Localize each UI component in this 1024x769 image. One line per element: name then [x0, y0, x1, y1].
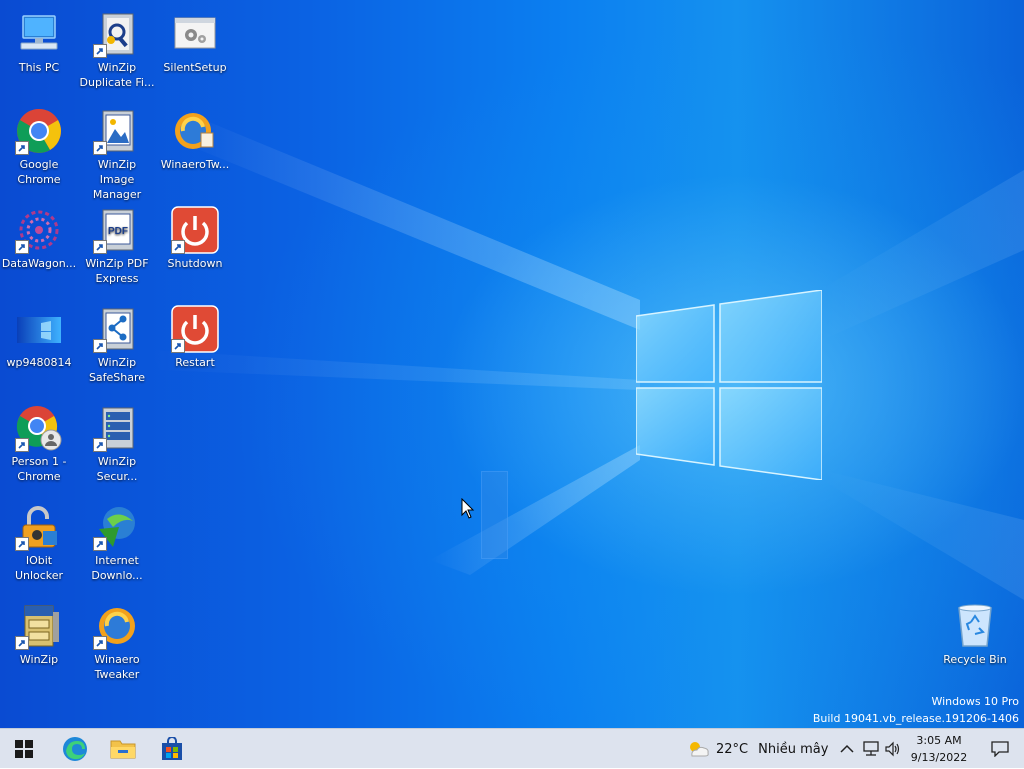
shortcut-arrow-icon — [15, 537, 29, 551]
desktop-icon-label: Recycle Bin — [943, 653, 1007, 666]
shortcut-arrow-icon — [15, 240, 29, 254]
desktop-icon-label: WinZip Duplicate Fi... — [79, 61, 155, 89]
mouse-cursor-icon — [461, 498, 475, 519]
desktop-icon-winzip[interactable]: WinZip — [1, 602, 77, 667]
network-button[interactable] — [861, 739, 881, 759]
desktop-icon-iobit-unlocker[interactable]: IObit Unlocker — [1, 503, 77, 583]
desktop-icon-winzip-safeshare[interactable]: WinZip SafeShare — [79, 305, 155, 385]
volume-icon — [885, 741, 900, 757]
desktop-icon-label: WinZip Secur... — [96, 455, 138, 483]
shortcut-arrow-icon — [93, 438, 107, 452]
show-hidden-icons-button[interactable] — [837, 739, 857, 759]
winaero-tweaker-icon — [175, 113, 214, 149]
action-center-button[interactable] — [978, 729, 1022, 769]
shortcut-arrow-icon — [15, 141, 29, 155]
desktop-icon-winzip-image-manager[interactable]: WinZip Image Manager — [79, 107, 155, 202]
weather-widget[interactable]: 22°C Nhiều mây — [686, 729, 828, 769]
taskbar-file-explorer[interactable] — [99, 729, 147, 769]
desktop-icon-label: Winaero Tweaker — [94, 653, 140, 681]
desktop-icon-this-pc[interactable]: This PC — [1, 10, 77, 75]
shortcut-arrow-icon — [93, 141, 107, 155]
desktop-icon-label: WinZip — [19, 653, 59, 666]
partly-cloudy-icon — [690, 742, 709, 757]
desktop-icon-label: DataWagon... — [1, 257, 77, 270]
desktop-icon-label: Internet Downlo... — [91, 554, 143, 582]
desktop-icon-label: WinaeroTw... — [160, 158, 230, 171]
store-icon — [162, 737, 182, 760]
windows-start-icon — [15, 740, 33, 758]
desktop-icon-label: wp9480814 — [6, 356, 72, 369]
desktop-icon-winzip-secure[interactable]: WinZip Secur... — [79, 404, 155, 484]
taskbar-microsoft-store[interactable] — [148, 729, 196, 769]
desktop-icon-winzip-pdf-express[interactable]: PDF WinZip PDF Express — [79, 206, 155, 286]
volume-button[interactable] — [883, 739, 903, 759]
clock-time: 3:05 AM — [916, 734, 962, 747]
selection-rectangle — [481, 471, 508, 559]
shortcut-arrow-icon — [171, 339, 185, 353]
network-icon — [863, 741, 879, 756]
desktop-icon-label: IObit Unlocker — [14, 554, 64, 582]
notification-icon — [991, 741, 1009, 757]
desktop-icon-label: WinZip PDF Express — [85, 257, 149, 285]
taskbar-clock[interactable]: 3:05 AM 9/13/2022 — [906, 732, 972, 766]
desktop-icon-label: Google Chrome — [17, 158, 61, 186]
desktop-icon-label: This PC — [18, 61, 60, 74]
start-button[interactable] — [0, 729, 48, 769]
shortcut-arrow-icon — [93, 537, 107, 551]
desktop-icon-restart[interactable]: Restart — [157, 305, 233, 370]
this-pc-icon — [20, 15, 58, 50]
shortcut-arrow-icon — [93, 339, 107, 353]
shortcut-arrow-icon — [15, 636, 29, 650]
shortcut-arrow-icon — [93, 240, 107, 254]
desktop-icon-silentsetup[interactable]: SilentSetup — [157, 10, 233, 75]
watermark-build: Build 19041.vb_release.191206-1406 — [812, 712, 1019, 725]
watermark-edition: Windows 10 Pro — [931, 695, 1019, 708]
desktop-icon-person1-chrome[interactable]: Person 1 - Chrome — [1, 404, 77, 484]
desktop-icon-winaero-tweaker[interactable]: Winaero Tweaker — [79, 602, 155, 682]
desktop-icon-label: Person 1 - Chrome — [11, 455, 67, 483]
desktop-icon-label: Shutdown — [167, 257, 223, 270]
desktop-icon-internet-download-manager[interactable]: Internet Downlo... — [79, 503, 155, 583]
taskbar: 22°C Nhiều mây 3:05 AM 9/13/2022 — [0, 728, 1024, 768]
desktop-icon-wp9480814[interactable]: wp9480814 — [1, 305, 77, 370]
weather-temperature: 22°C — [716, 741, 749, 757]
svg-text:PDF: PDF — [108, 226, 128, 237]
desktop-icon-winaerotweaker[interactable]: WinaeroTw... — [157, 107, 233, 172]
desktop-icon-datawagon[interactable]: DataWagon... — [1, 206, 77, 271]
clock-date: 9/13/2022 — [910, 751, 968, 764]
edge-icon — [63, 737, 87, 761]
taskbar-edge[interactable] — [51, 729, 99, 769]
shortcut-arrow-icon — [93, 44, 107, 58]
desktop-icon-label: SilentSetup — [163, 61, 227, 74]
desktop-icon-label: WinZip SafeShare — [88, 356, 146, 384]
file-explorer-icon — [110, 740, 136, 759]
weather-condition: Nhiều mây — [758, 741, 829, 757]
windows-build-watermark: Windows 10 Pro Build 19041.vb_release.19… — [813, 693, 1019, 727]
desktop-icon-recycle-bin[interactable]: Recycle Bin — [937, 602, 1013, 667]
chevron-up-icon — [840, 744, 854, 753]
shortcut-arrow-icon — [171, 240, 185, 254]
desktop-icon-shutdown[interactable]: Shutdown — [157, 206, 233, 271]
desktop-icon-winzip-duplicate[interactable]: WinZip Duplicate Fi... — [79, 10, 155, 90]
recycle-bin-icon — [958, 604, 992, 647]
desktop-icon-label: Restart — [175, 356, 215, 369]
shortcut-arrow-icon — [15, 438, 29, 452]
silentsetup-icon — [174, 17, 216, 49]
desktop-icon-label: WinZip Image Manager — [92, 158, 142, 201]
shortcut-arrow-icon — [93, 636, 107, 650]
windows-logo — [636, 290, 822, 480]
desktop-icon-google-chrome[interactable]: Google Chrome — [1, 107, 77, 187]
wallpaper-file-icon — [17, 317, 61, 343]
desktop[interactable]: This PC WinZip Duplicate Fi... SilentSet… — [0, 0, 1024, 728]
